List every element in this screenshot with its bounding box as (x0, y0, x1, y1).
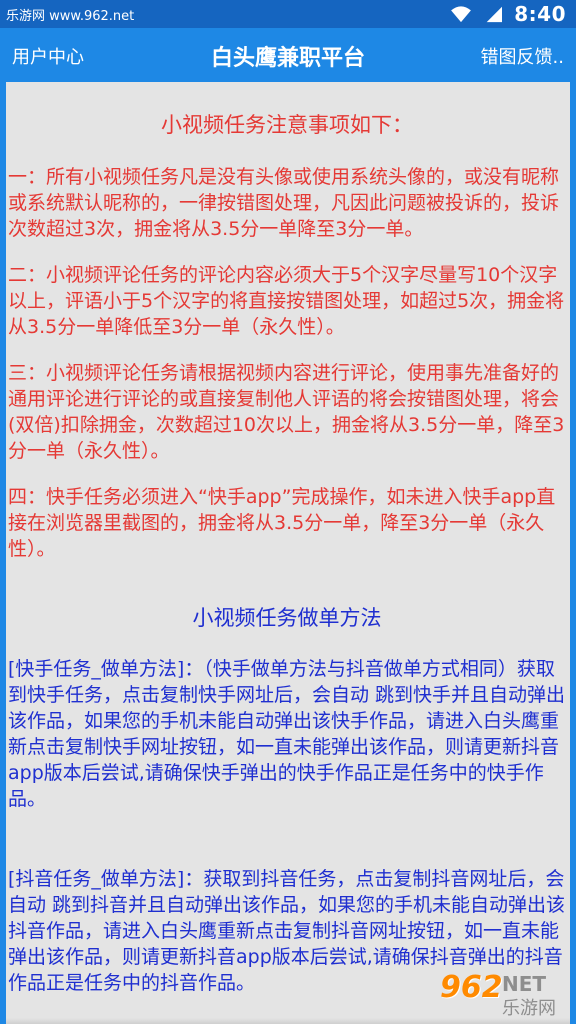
status-time: 8:40 (514, 2, 566, 26)
content-inner: 小视频任务注意事项如下： 一：所有小视频任务凡是没有头像或使用系统头像的，或没有… (6, 112, 570, 996)
status-source-text: 乐游网 www.962.net (6, 9, 135, 24)
status-right-group: 8:40 (450, 2, 566, 26)
notice-item-4: 四：快手任务必须进入“快手app”完成操作，如未进入快手app直接在浏览器里截图… (8, 486, 556, 560)
notice-item-3: 三：小视频评论任务请根据视频内容进行评论，使用事先准备好的通用评论进行评论的或直… (8, 362, 565, 462)
content-area[interactable]: 小视频任务注意事项如下： 一：所有小视频任务凡是没有头像或使用系统头像的，或没有… (6, 82, 570, 1024)
notice-item-1: 一：所有小视频任务凡是没有头像或使用系统头像的，或没有昵称或系统默认昵称的，一律… (8, 166, 560, 240)
watermark-suffix: NET (502, 972, 547, 996)
signal-icon (486, 6, 503, 23)
error-feedback-button[interactable]: 错图反馈.. (481, 43, 564, 69)
method-title: 小视频任务做单方法 (192, 606, 382, 630)
notice-title: 小视频任务注意事项如下： (161, 113, 413, 137)
status-bar: 乐游网 www.962.net 8:40 (0, 0, 576, 28)
notice-item-2: 二：小视频评论任务的评论内容必须大于5个汉字尽量写10个汉字以上，评语小于5个汉… (8, 264, 565, 338)
app-bar: 用户中心 白头鹰兼职平台 错图反馈.. (0, 28, 576, 82)
watermark-logo: 962 NET 乐游网 (440, 970, 570, 1020)
wifi-icon (451, 6, 472, 23)
method-item-kuaishou: [快手任务_做单方法]：（快手做单方法与抖音做单方式相同）获取到快手任务，点击复… (8, 658, 566, 810)
watermark-brand: 962 (440, 970, 503, 1005)
watermark-cn: 乐游网 (502, 998, 556, 1019)
